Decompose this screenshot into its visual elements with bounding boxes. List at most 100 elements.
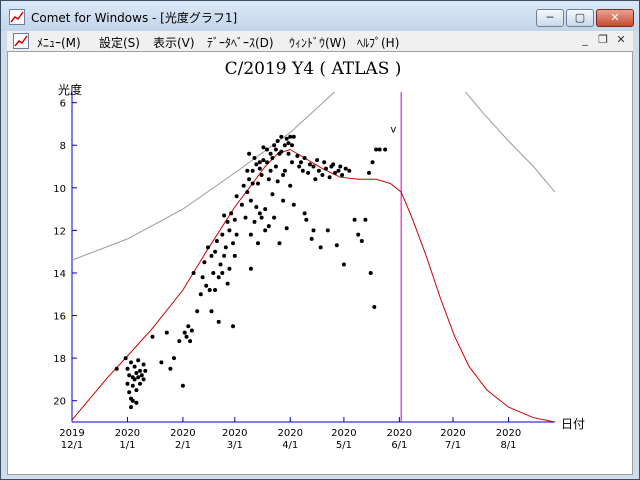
data-point [132, 377, 137, 382]
data-point [130, 383, 135, 388]
data-point [311, 228, 316, 233]
data-point [125, 366, 130, 371]
data-point [265, 147, 269, 152]
data-point [304, 217, 309, 222]
data-point [231, 324, 235, 329]
data-point [288, 183, 293, 188]
data-point [291, 134, 296, 139]
data-point [182, 330, 187, 335]
data-point [252, 219, 257, 224]
data-point [168, 366, 173, 371]
x-tick-label-date: 2/1 [175, 440, 191, 451]
data-point [191, 271, 196, 275]
data-point [367, 170, 371, 175]
y-tick-label: 6 [60, 99, 66, 110]
data-point [270, 156, 275, 160]
data-point [252, 156, 257, 160]
data-point [209, 309, 214, 314]
data-point [263, 228, 268, 233]
data-point [286, 151, 291, 156]
data-point [268, 168, 273, 173]
mdi-close-button[interactable]: ✕ [613, 33, 629, 48]
data-point [222, 253, 227, 258]
y-tick-label: 8 [60, 141, 66, 152]
data-point [313, 177, 318, 182]
menu-item-menu[interactable]: ﾒﾆｭｰ(M) [37, 34, 81, 51]
data-point [333, 170, 337, 175]
data-point [295, 153, 300, 158]
menu-item-view[interactable]: 表示(V) [153, 34, 195, 51]
menu-item-settings[interactable]: 設定(S) [99, 34, 140, 51]
x-tick-label-date: 3/1 [227, 440, 243, 451]
data-point [372, 305, 377, 309]
data-point [279, 149, 284, 154]
data-point [327, 175, 332, 180]
title-bar[interactable]: Comet for Windows - [光度グラフ1] ─ ▢ ✕ [1, 1, 639, 31]
data-point [377, 147, 382, 152]
data-point [356, 232, 361, 237]
data-point [259, 215, 264, 220]
data-point [138, 381, 142, 386]
data-point [231, 241, 235, 246]
data-point [341, 262, 346, 267]
data-point [302, 156, 307, 160]
data-point [263, 207, 268, 212]
data-point [225, 281, 230, 286]
mdi-minimize-button[interactable]: _ [577, 33, 593, 48]
data-point [186, 324, 191, 329]
data-point [266, 177, 271, 182]
data-point [279, 134, 284, 139]
data-point [324, 166, 328, 171]
data-point [331, 162, 336, 167]
data-point [209, 253, 214, 258]
data-point [359, 239, 364, 243]
close-button[interactable]: ✕ [596, 9, 634, 27]
x-axis-label: 日付 [561, 417, 585, 431]
data-point [290, 160, 294, 165]
data-point [282, 143, 287, 148]
x-tick-label-year: 2020 [170, 428, 195, 439]
data-point [284, 226, 289, 231]
data-point [239, 202, 244, 207]
data-point [284, 136, 289, 141]
x-tick-label-year: 2020 [222, 428, 247, 439]
data-point [204, 283, 209, 288]
menu-item-window[interactable]: ｳｨﾝﾄﾞｳ(W) [289, 34, 346, 51]
data-point [200, 275, 205, 280]
minimize-button[interactable]: ─ [536, 9, 564, 27]
data-point [261, 158, 266, 163]
data-point [136, 358, 141, 363]
chart-area: C/2019 Y4 ( ATLAS ) 光度 日付 6 8 10 12 14 16 18 20… [7, 51, 633, 475]
menu-item-help[interactable]: ﾍﾙﾌﾟ(H) [357, 34, 399, 51]
graph-document-icon[interactable] [13, 33, 29, 49]
data-point [370, 160, 375, 165]
menu-item-database[interactable]: ﾃﾞｰﾀﾍﾞｰｽ(D) [207, 34, 274, 51]
chart-title: C/2019 Y4 ( ATLAS ) [225, 59, 402, 79]
data-point [307, 162, 312, 167]
data-point [318, 245, 323, 250]
data-point [216, 319, 221, 324]
y-tick-label: 10 [53, 184, 66, 195]
data-point [134, 371, 139, 375]
menu-bar: ﾒﾆｭｰ(M) 設定(S) 表示(V) ﾃﾞｰﾀﾍﾞｰｽ(D) ｳｨﾝﾄﾞｳ(W… [7, 31, 633, 51]
data-point [254, 205, 259, 209]
data-point [281, 198, 286, 203]
reference-curve [464, 92, 555, 193]
data-point [316, 168, 321, 173]
data-point [202, 260, 207, 265]
data-point [374, 147, 379, 152]
mdi-restore-button[interactable]: ❐ [595, 33, 611, 48]
light-curve-chart: C/2019 Y4 ( ATLAS ) 光度 日付 6 8 10 12 14 16 18 20… [53, 59, 585, 451]
x-tick-label-year: 2020 [331, 428, 356, 439]
maximize-button[interactable]: ▢ [566, 9, 594, 27]
data-point [245, 190, 250, 195]
data-point [243, 215, 248, 220]
data-point [141, 377, 146, 382]
data-point [245, 168, 250, 173]
data-point [139, 373, 144, 378]
data-point [218, 262, 223, 267]
x-tick-label-date: 4/1 [282, 440, 298, 451]
data-point [247, 151, 252, 156]
x-tick-label-year: 2020 [496, 428, 521, 439]
data-point [114, 366, 119, 371]
